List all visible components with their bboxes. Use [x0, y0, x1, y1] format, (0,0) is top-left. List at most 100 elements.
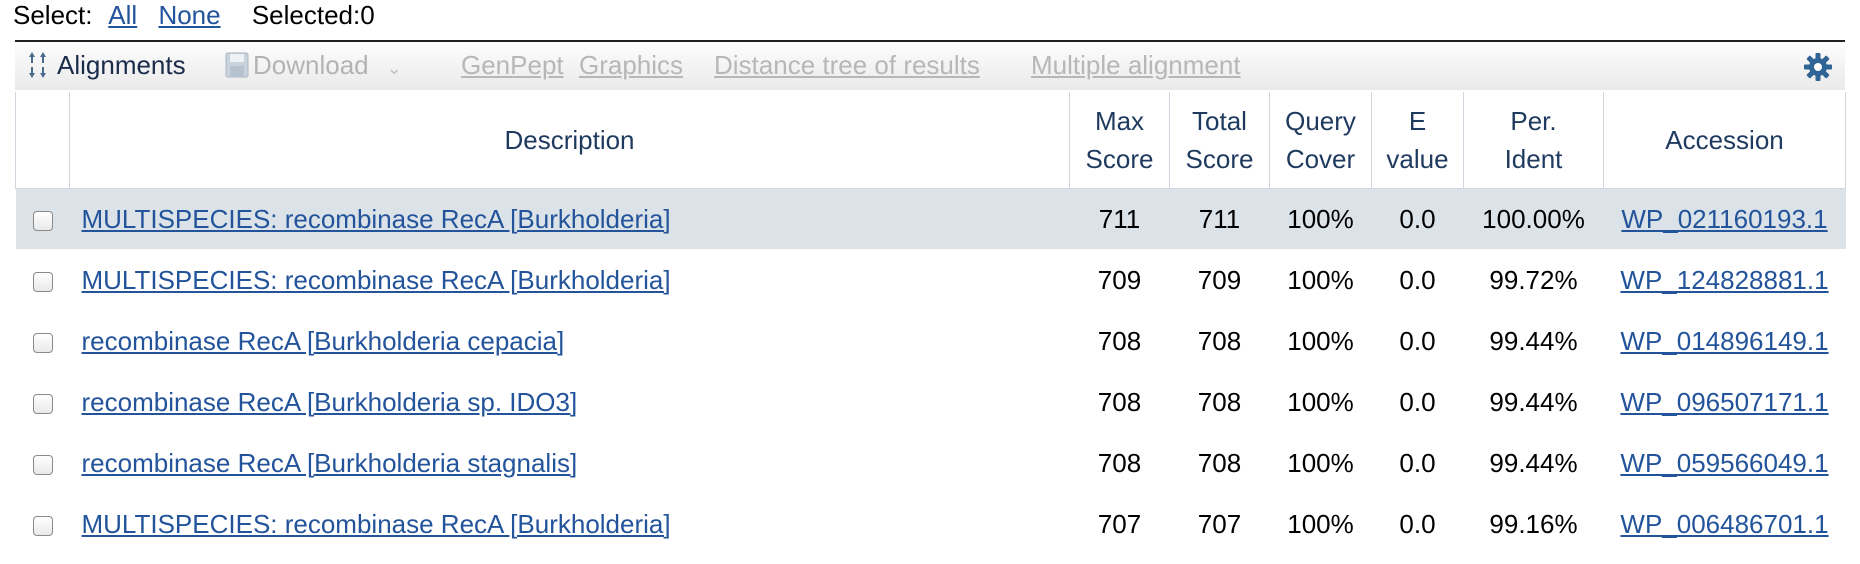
description-cell: MULTISPECIES: recombinase RecA [Burkhold…: [69, 188, 1070, 250]
header-query-cover-line2: Cover: [1285, 144, 1356, 174]
row-select-cell: [15, 188, 70, 250]
header-per-ident-line2: Ident: [1504, 144, 1563, 174]
header-total-score[interactable]: Total Score: [1169, 92, 1270, 189]
per-ident-cell: 99.72%: [1463, 249, 1604, 311]
accession-link[interactable]: WP_096507171.1: [1620, 387, 1828, 417]
e-value-cell: 0.0: [1371, 249, 1464, 311]
accession-link[interactable]: WP_006486701.1: [1620, 509, 1828, 539]
max-score-cell: 708: [1069, 432, 1170, 494]
row-checkbox[interactable]: [32, 332, 53, 353]
header-e-value[interactable]: Evalue: [1371, 92, 1464, 189]
e-value-cell: 0.0: [1371, 493, 1464, 555]
description-link[interactable]: recombinase RecA [Burkholderia cepacia]: [82, 326, 565, 356]
per-ident-cell: 99.44%: [1463, 310, 1604, 372]
table-header-row: Description Max Score Total Score Query Cov…: [15, 92, 1846, 189]
graphics-link[interactable]: Graphics: [579, 42, 683, 90]
chevron-down-icon: ⌄: [386, 58, 402, 78]
header-query-cover[interactable]: Query Cover: [1269, 92, 1372, 189]
results-table: Description Max Score Total Score Query Cov…: [15, 92, 1846, 555]
accession-link[interactable]: WP_124828881.1: [1620, 265, 1828, 295]
row-checkbox[interactable]: [32, 271, 53, 292]
description-link[interactable]: recombinase RecA [Burkholderia stagnalis…: [82, 448, 578, 478]
header-accession[interactable]: Accession: [1603, 92, 1846, 189]
table-row: recombinase RecA [Burkholderia cepacia] …: [15, 310, 1846, 372]
header-select: [15, 92, 70, 189]
header-e-value-line1: E: [1408, 106, 1427, 136]
max-score-cell: 708: [1069, 310, 1170, 372]
max-score-cell: 711: [1069, 188, 1170, 250]
total-score-cell: 708: [1169, 432, 1270, 494]
header-max-score-line2: Score: [1085, 144, 1154, 174]
row-checkbox[interactable]: [32, 210, 53, 231]
description-link[interactable]: MULTISPECIES: recombinase RecA [Burkhold…: [82, 509, 671, 539]
header-query-cover-line1: Query: [1285, 106, 1356, 136]
accession-cell: WP_006486701.1: [1603, 493, 1846, 555]
query-cover-cell: 100%: [1269, 432, 1372, 494]
accession-cell: WP_021160193.1: [1603, 188, 1846, 250]
accession-link[interactable]: WP_059566049.1: [1620, 448, 1828, 478]
header-total-score-line2: Score: [1185, 144, 1254, 174]
row-checkbox[interactable]: [32, 393, 53, 414]
multiple-alignment-link[interactable]: Multiple alignment: [1031, 42, 1241, 90]
genpept-link[interactable]: GenPept: [461, 42, 564, 90]
accession-link[interactable]: WP_014896149.1: [1620, 326, 1828, 356]
distance-tree-link[interactable]: Distance tree of results: [714, 42, 980, 90]
table-row: MULTISPECIES: recombinase RecA [Burkhold…: [15, 188, 1846, 250]
per-ident-cell: 99.16%: [1463, 493, 1604, 555]
row-checkbox[interactable]: [32, 454, 53, 475]
query-cover-cell: 100%: [1269, 493, 1372, 555]
query-cover-cell: 100%: [1269, 371, 1372, 433]
row-select-cell: [15, 432, 70, 494]
select-all-link[interactable]: All: [108, 0, 137, 30]
multiple-alignment-label: Multiple alignment: [1031, 50, 1241, 80]
header-description[interactable]: Description: [69, 92, 1070, 189]
header-e-value-line2: value: [1386, 144, 1449, 174]
total-score-cell: 708: [1169, 371, 1270, 433]
row-select-cell: [15, 249, 70, 311]
description-link[interactable]: MULTISPECIES: recombinase RecA [Burkhold…: [82, 265, 671, 295]
e-value-cell: 0.0: [1371, 310, 1464, 372]
sort-arrows-icon: [29, 52, 46, 79]
header-per-ident[interactable]: Per. Ident: [1463, 92, 1604, 189]
description-link[interactable]: recombinase RecA [Burkholderia sp. IDO3]: [82, 387, 578, 417]
results-toolbar: Alignments Download ⌄ GenPept Graphics Di…: [15, 40, 1845, 90]
select-bar: Select: All None Selected:0: [13, 0, 375, 32]
description-cell: MULTISPECIES: recombinase RecA [Burkhold…: [69, 493, 1070, 555]
table-row: recombinase RecA [Burkholderia stagnalis…: [15, 432, 1846, 494]
select-none-link[interactable]: None: [158, 0, 220, 30]
accession-cell: WP_124828881.1: [1603, 249, 1846, 311]
genpept-label: GenPept: [461, 50, 564, 80]
table-row: recombinase RecA [Burkholderia sp. IDO3]…: [15, 371, 1846, 433]
description-cell: recombinase RecA [Burkholderia cepacia]: [69, 310, 1070, 372]
header-max-score-line1: Max: [1094, 106, 1145, 136]
table-row: MULTISPECIES: recombinase RecA [Burkhold…: [15, 249, 1846, 311]
per-ident-cell: 99.44%: [1463, 371, 1604, 433]
header-max-score[interactable]: Max Score: [1069, 92, 1170, 189]
header-total-score-line1: Total: [1192, 106, 1247, 136]
max-score-cell: 708: [1069, 371, 1170, 433]
selected-count: Selected:0: [251, 0, 375, 30]
alignments-label: Alignments: [57, 50, 186, 80]
row-select-cell: [15, 310, 70, 372]
total-score-cell: 707: [1169, 493, 1270, 555]
query-cover-cell: 100%: [1269, 249, 1372, 311]
description-cell: recombinase RecA [Burkholderia sp. IDO3]: [69, 371, 1070, 433]
gear-icon[interactable]: [1803, 52, 1833, 82]
e-value-cell: 0.0: [1371, 188, 1464, 250]
download-button[interactable]: Download ⌄: [225, 42, 402, 90]
max-score-cell: 709: [1069, 249, 1170, 311]
header-description-label: Description: [504, 125, 635, 155]
description-cell: MULTISPECIES: recombinase RecA [Burkhold…: [69, 249, 1070, 311]
e-value-cell: 0.0: [1371, 432, 1464, 494]
alignments-button[interactable]: Alignments: [27, 42, 186, 90]
accession-link[interactable]: WP_021160193.1: [1621, 204, 1827, 234]
save-disk-icon: [225, 52, 249, 78]
accession-cell: WP_059566049.1: [1603, 432, 1846, 494]
total-score-cell: 709: [1169, 249, 1270, 311]
download-label: Download: [253, 50, 369, 80]
description-link[interactable]: MULTISPECIES: recombinase RecA [Burkhold…: [82, 204, 671, 234]
table-row: MULTISPECIES: recombinase RecA [Burkhold…: [15, 493, 1846, 555]
accession-cell: WP_096507171.1: [1603, 371, 1846, 433]
distance-tree-label: Distance tree of results: [714, 50, 980, 80]
row-checkbox[interactable]: [32, 515, 53, 536]
